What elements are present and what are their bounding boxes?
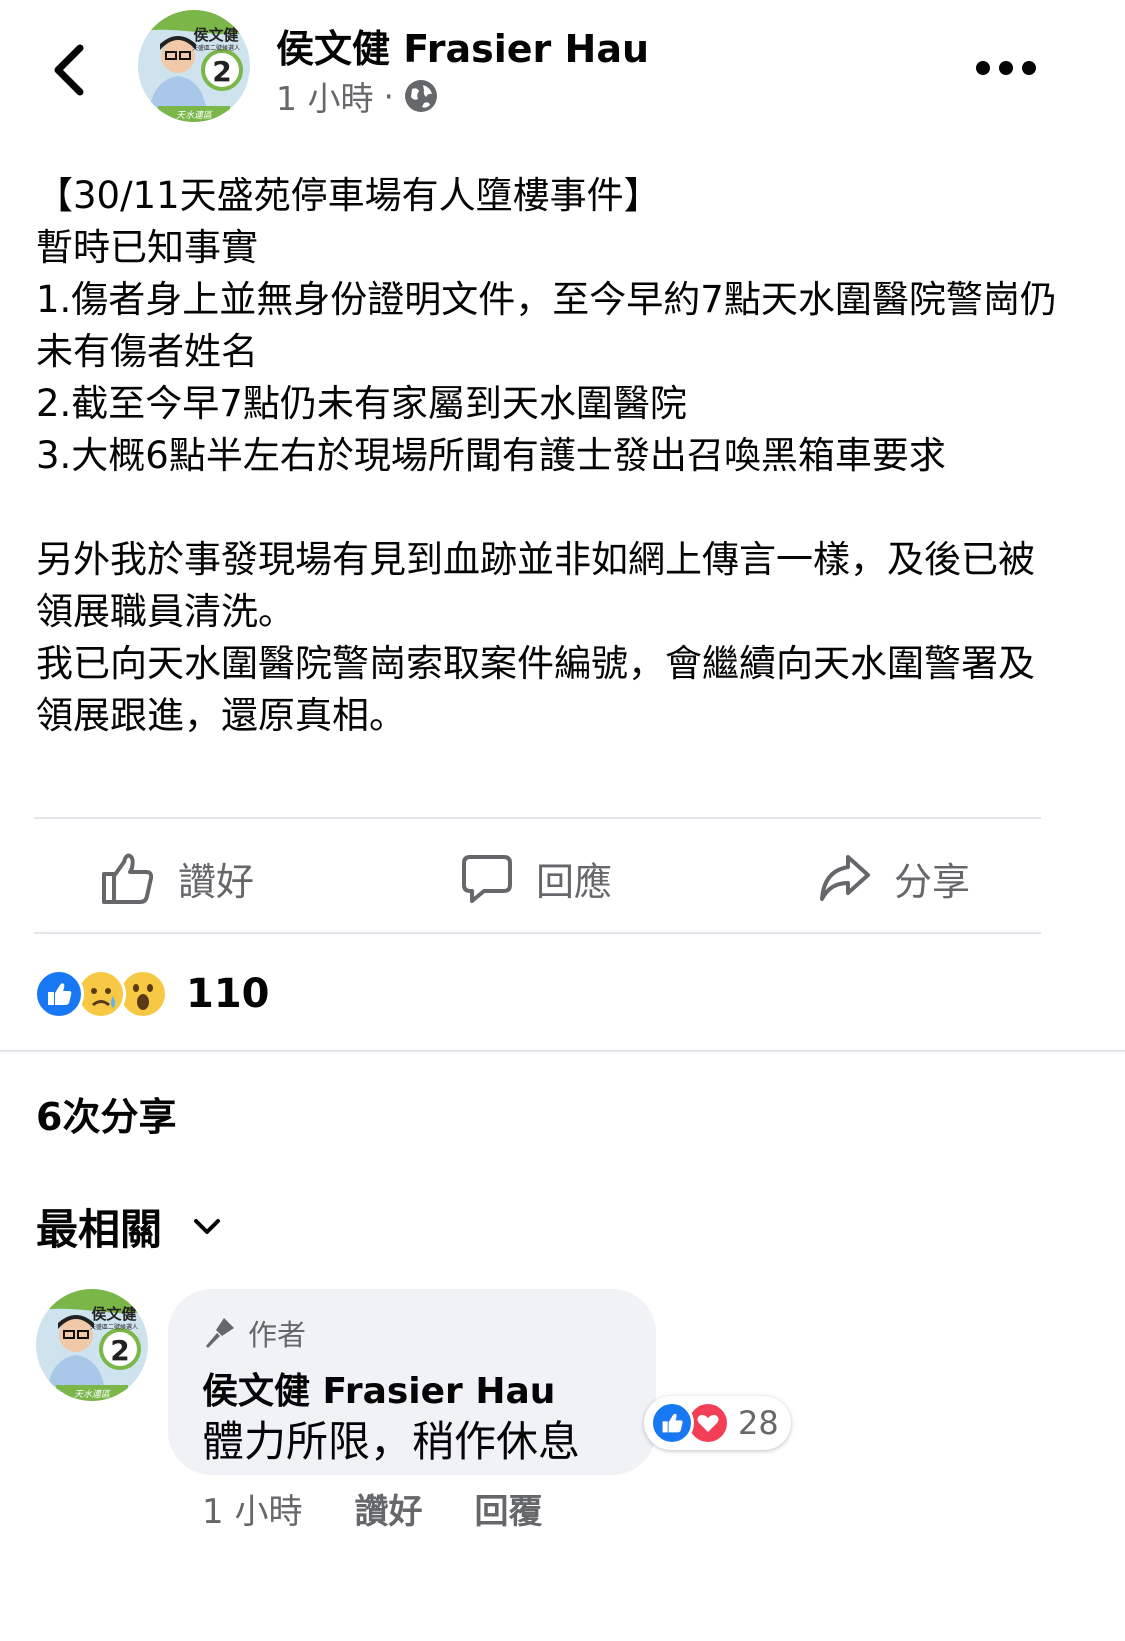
dot-icon [999, 61, 1013, 75]
comment-reaction-count: 28 [738, 1404, 779, 1442]
divider [34, 932, 1041, 934]
share-arrow-icon [820, 855, 870, 901]
author-avatar[interactable]: 2 侯文健 天盛區二號候選人 天水連區 [138, 10, 250, 122]
divider [0, 1050, 1125, 1052]
comment-bubble-icon [462, 855, 512, 903]
chevron-down-icon [194, 1218, 221, 1234]
meta-separator: · [383, 76, 395, 116]
share-button[interactable]: 分享 [818, 838, 970, 918]
post-time[interactable]: 1 小時 [276, 72, 374, 120]
comment-reactions[interactable]: 28 [644, 1396, 791, 1450]
comment-filter-label: 最相關 [36, 1205, 163, 1254]
reactions-summary[interactable]: 110 [34, 966, 270, 1022]
chevron-left-icon [54, 44, 84, 96]
back-button[interactable] [44, 40, 104, 100]
comment-label: 回應 [536, 859, 613, 904]
avatar-name-text: 侯文健 [193, 26, 238, 44]
dot-icon [1022, 61, 1036, 75]
comment-reply-button[interactable]: 回覆 [474, 1484, 542, 1533]
comment-time[interactable]: 1 小時 [202, 1484, 302, 1533]
thumbs-up-icon [102, 853, 154, 904]
reaction-count: 110 [186, 971, 270, 1017]
comment-button[interactable]: 回應 [460, 838, 612, 918]
post-body-text: 【30/11天盛苑停車場有人墮樓事件】 暫時已知事實 1.傷者身上並無身份證明文… [36, 174, 1057, 737]
like-label: 讚好 [178, 859, 255, 904]
author-badge-label: 作者 [248, 1318, 307, 1352]
avatar-sub-text: 天盛區二號候選人 [90, 1323, 138, 1331]
like-reaction-icon [34, 969, 84, 1019]
globe-icon [405, 80, 437, 112]
comment-footer: 1 小時 讚好 回覆 [202, 1484, 542, 1533]
avatar-slogan: 天水連區 [176, 110, 213, 121]
share-label: 分享 [894, 859, 971, 904]
microphone-icon [206, 1318, 234, 1348]
comment-filter-dropdown[interactable]: 最相關 [36, 1196, 222, 1257]
comment-author-name[interactable]: 侯文健 Frasier Hau [202, 1362, 555, 1414]
post-author-name[interactable]: 侯文健 Frasier Hau [276, 18, 649, 73]
avatar-number: 2 [212, 55, 231, 88]
like-button[interactable]: 讚好 [100, 838, 254, 918]
post-meta: 1 小時 · [276, 72, 438, 120]
like-reaction-icon [650, 1401, 694, 1445]
more-options-button[interactable] [976, 50, 1036, 86]
author-badge: 作者 [202, 1312, 306, 1354]
avatar-slogan: 天水連區 [74, 1389, 111, 1400]
avatar-sub-text: 天盛區二號候選人 [192, 44, 240, 52]
divider [34, 817, 1041, 819]
avatar-number: 2 [110, 1334, 129, 1367]
comment-text: 體力所限，稍作休息 [202, 1417, 581, 1466]
comment-like-button[interactable]: 讚好 [354, 1484, 422, 1533]
commenter-avatar[interactable]: 2 侯文健 天盛區二號候選人 天水連區 [36, 1289, 148, 1401]
avatar-name-text: 侯文健 [91, 1305, 136, 1323]
shares-count[interactable]: 6次分享 [36, 1086, 176, 1141]
dot-icon [976, 61, 990, 75]
